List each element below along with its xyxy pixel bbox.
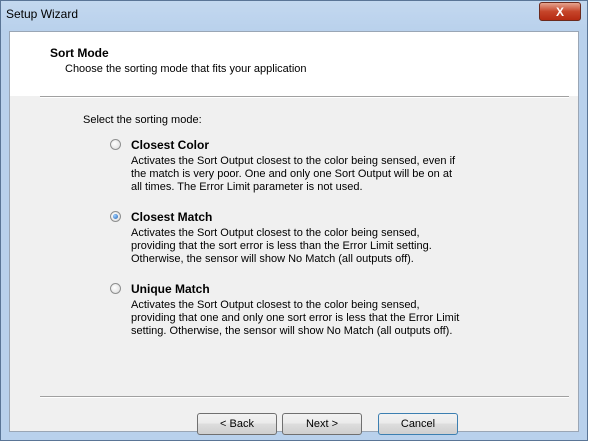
description-line: the match is very poor. One and only one…: [131, 168, 453, 180]
close-button[interactable]: X: [539, 2, 581, 21]
description-line: providing that the sort error is less th…: [131, 240, 432, 252]
back-button[interactable]: < Back: [197, 413, 277, 435]
wizard-header: Sort Mode Choose the sorting mode that f…: [10, 32, 578, 96]
radio-closest-color[interactable]: [110, 139, 121, 150]
description-line: setting. Otherwise, the sensor will show…: [131, 325, 453, 337]
option-description: Activates the Sort Output closest to the…: [131, 155, 511, 194]
footer-divider: [40, 396, 569, 398]
description-line: providing that one and only one sort err…: [131, 312, 460, 324]
description-line: Activates the Sort Output closest to the…: [131, 155, 456, 167]
description-line: Activates the Sort Output closest to the…: [131, 299, 420, 311]
description-line: Otherwise, the sensor will show No Match…: [131, 253, 414, 265]
cancel-button[interactable]: Cancel: [378, 413, 458, 435]
radio-selected-dot: [113, 214, 118, 219]
header-divider: [40, 96, 569, 98]
description-line: Activates the Sort Output closest to the…: [131, 227, 420, 239]
page-title: Sort Mode: [50, 46, 109, 60]
option-label[interactable]: Unique Match: [131, 282, 210, 296]
option-description: Activates the Sort Output closest to the…: [131, 227, 511, 266]
radio-closest-match[interactable]: [110, 211, 121, 222]
page-subtitle: Choose the sorting mode that fits your a…: [65, 63, 307, 75]
option-label[interactable]: Closest Match: [131, 210, 212, 224]
next-button[interactable]: Next >: [282, 413, 362, 435]
wizard-client-area: Sort Mode Choose the sorting mode that f…: [9, 31, 579, 435]
window-title: Setup Wizard: [6, 7, 79, 21]
description-line: all times. The Error Limit parameter is …: [131, 181, 363, 193]
sorting-mode-prompt: Select the sorting mode:: [83, 114, 202, 126]
title-bar[interactable]: Setup Wizard X: [1, 1, 587, 31]
setup-wizard-window: Setup Wizard X Sort Mode Choose the sort…: [0, 0, 588, 441]
option-label[interactable]: Closest Color: [131, 138, 209, 152]
radio-unique-match[interactable]: [110, 283, 121, 294]
option-description: Activates the Sort Output closest to the…: [131, 299, 511, 338]
close-icon: X: [555, 4, 564, 19]
